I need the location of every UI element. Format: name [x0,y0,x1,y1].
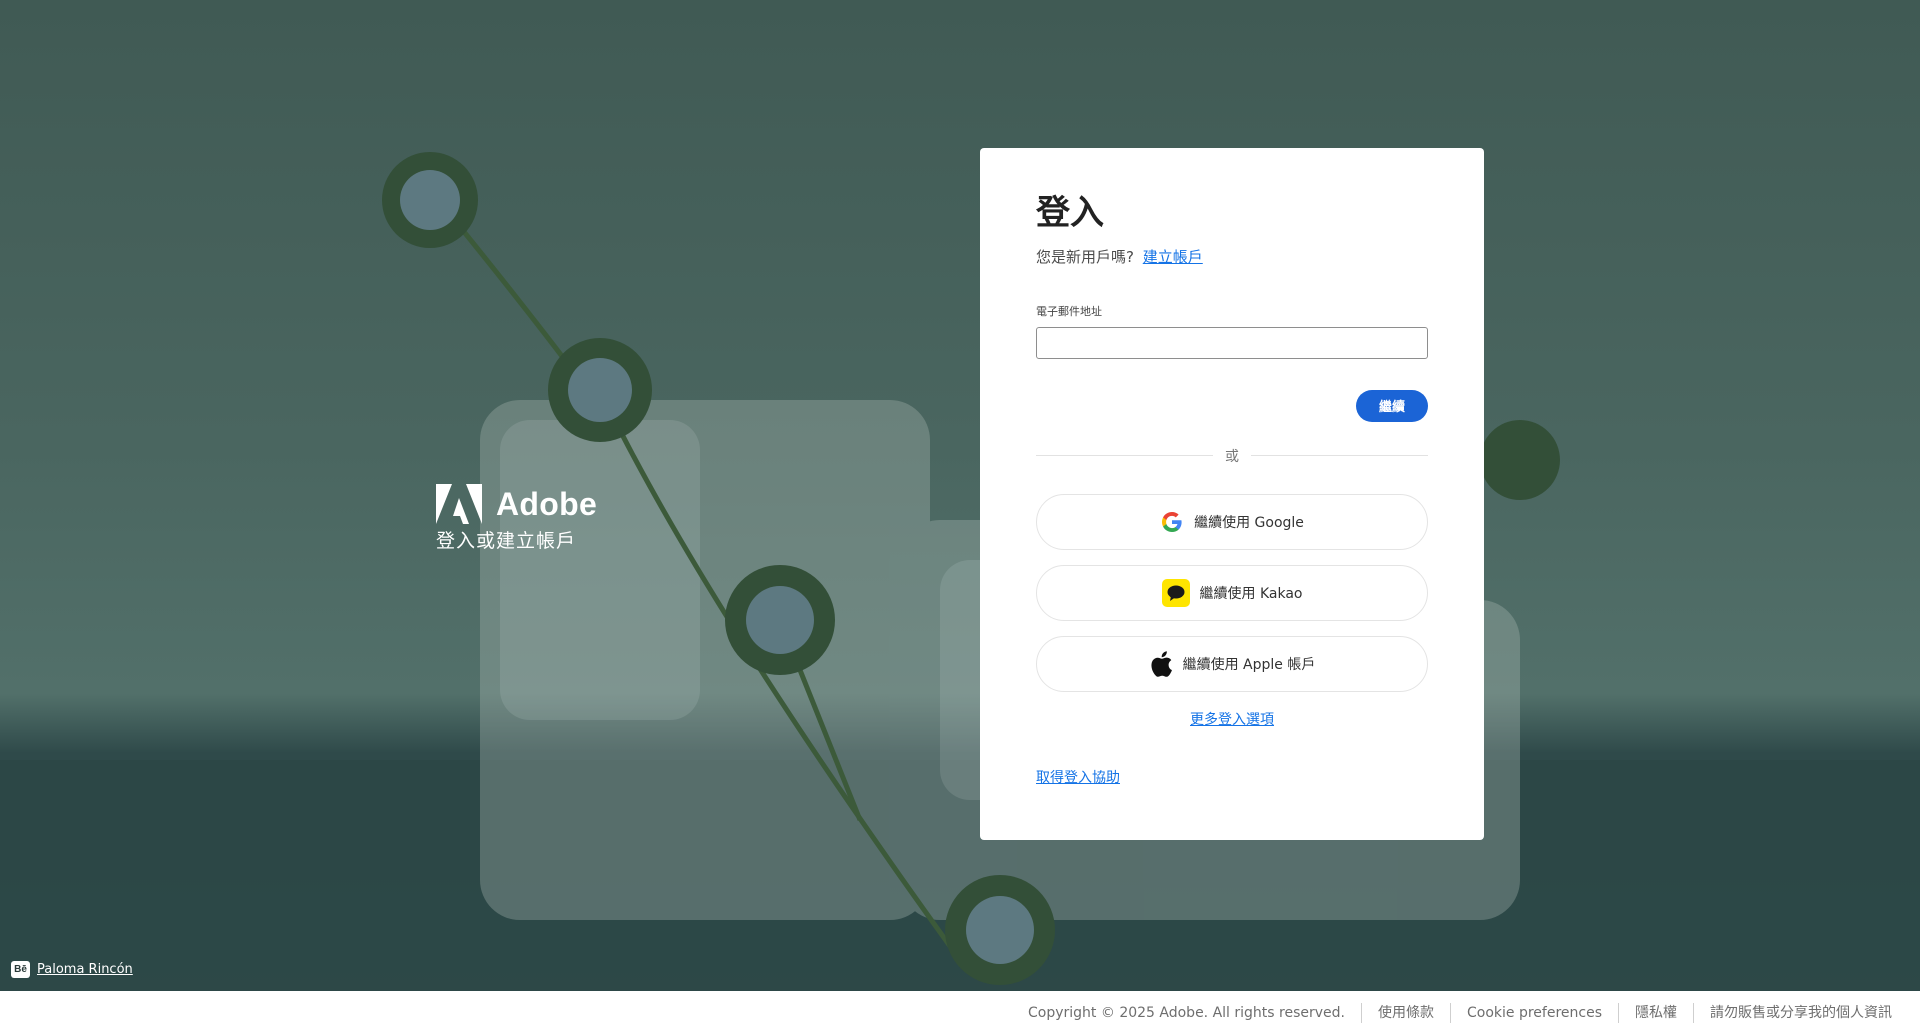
adobe-logo-icon [436,484,482,524]
email-field[interactable] [1036,326,1428,359]
divider-line-left [1036,455,1213,457]
google-signin-button[interactable]: 繼續使用 Google [1036,493,1428,550]
kakao-signin-button[interactable]: 繼續使用 Kakao [1036,564,1428,621]
or-label: 或 [1225,448,1239,465]
google-icon [1160,510,1184,534]
continue-button[interactable]: 繼續 [1356,389,1428,422]
signin-card: 登入 您是新用戶嗎? 建立帳戶 電子郵件地址 繼續 或 繼續使用 Google [980,148,1484,840]
brand-block: Adobe 登入或建立帳戶 [436,484,597,553]
artist-credit-link[interactable]: Paloma Rincón [37,962,133,977]
or-divider: 或 [1036,446,1428,466]
signin-help-link[interactable]: 取得登入協助 [1036,767,1120,787]
new-user-text: 您是新用戶嗎? [1036,247,1134,266]
brand-tagline: 登入或建立帳戶 [436,530,577,552]
create-account-link[interactable]: 建立帳戶 [1143,248,1203,266]
footer-terms-link[interactable]: 使用條款 [1361,1003,1450,1023]
kakao-icon [1161,578,1190,607]
copyright-text: Copyright © 2025 Adobe. All rights reser… [1028,1005,1345,1021]
background-image: Adobe 登入或建立帳戶 Bē Paloma Rincón [0,0,1920,991]
thistle-ice-artwork [0,152,1920,991]
more-signin-options-link[interactable]: 更多登入選項 [1036,709,1428,729]
footer-do-not-sell-link[interactable]: 請勿販售或分享我的個人資訊 [1693,1003,1892,1023]
apple-icon [1149,650,1173,678]
apple-signin-label: 繼續使用 Apple 帳戶 [1182,656,1316,673]
page-title: 登入 [1036,193,1104,233]
apple-signin-button[interactable]: 繼續使用 Apple 帳戶 [1036,635,1428,692]
email-label: 電子郵件地址 [1036,304,1102,318]
new-user-prompt: 您是新用戶嗎? 建立帳戶 [1036,246,1428,267]
google-signin-label: 繼續使用 Google [1194,514,1304,531]
kakao-signin-label: 繼續使用 Kakao [1199,585,1303,602]
page-footer: Copyright © 2025 Adobe. All rights reser… [0,991,1920,1035]
artist-credit: Bē Paloma Rincón [11,961,133,978]
behance-icon: Bē [11,961,30,978]
brand-name: Adobe [496,485,598,522]
footer-privacy-link[interactable]: 隱私權 [1618,1003,1693,1023]
divider-line-right [1251,455,1428,457]
footer-cookie-link[interactable]: Cookie preferences [1450,1003,1618,1023]
